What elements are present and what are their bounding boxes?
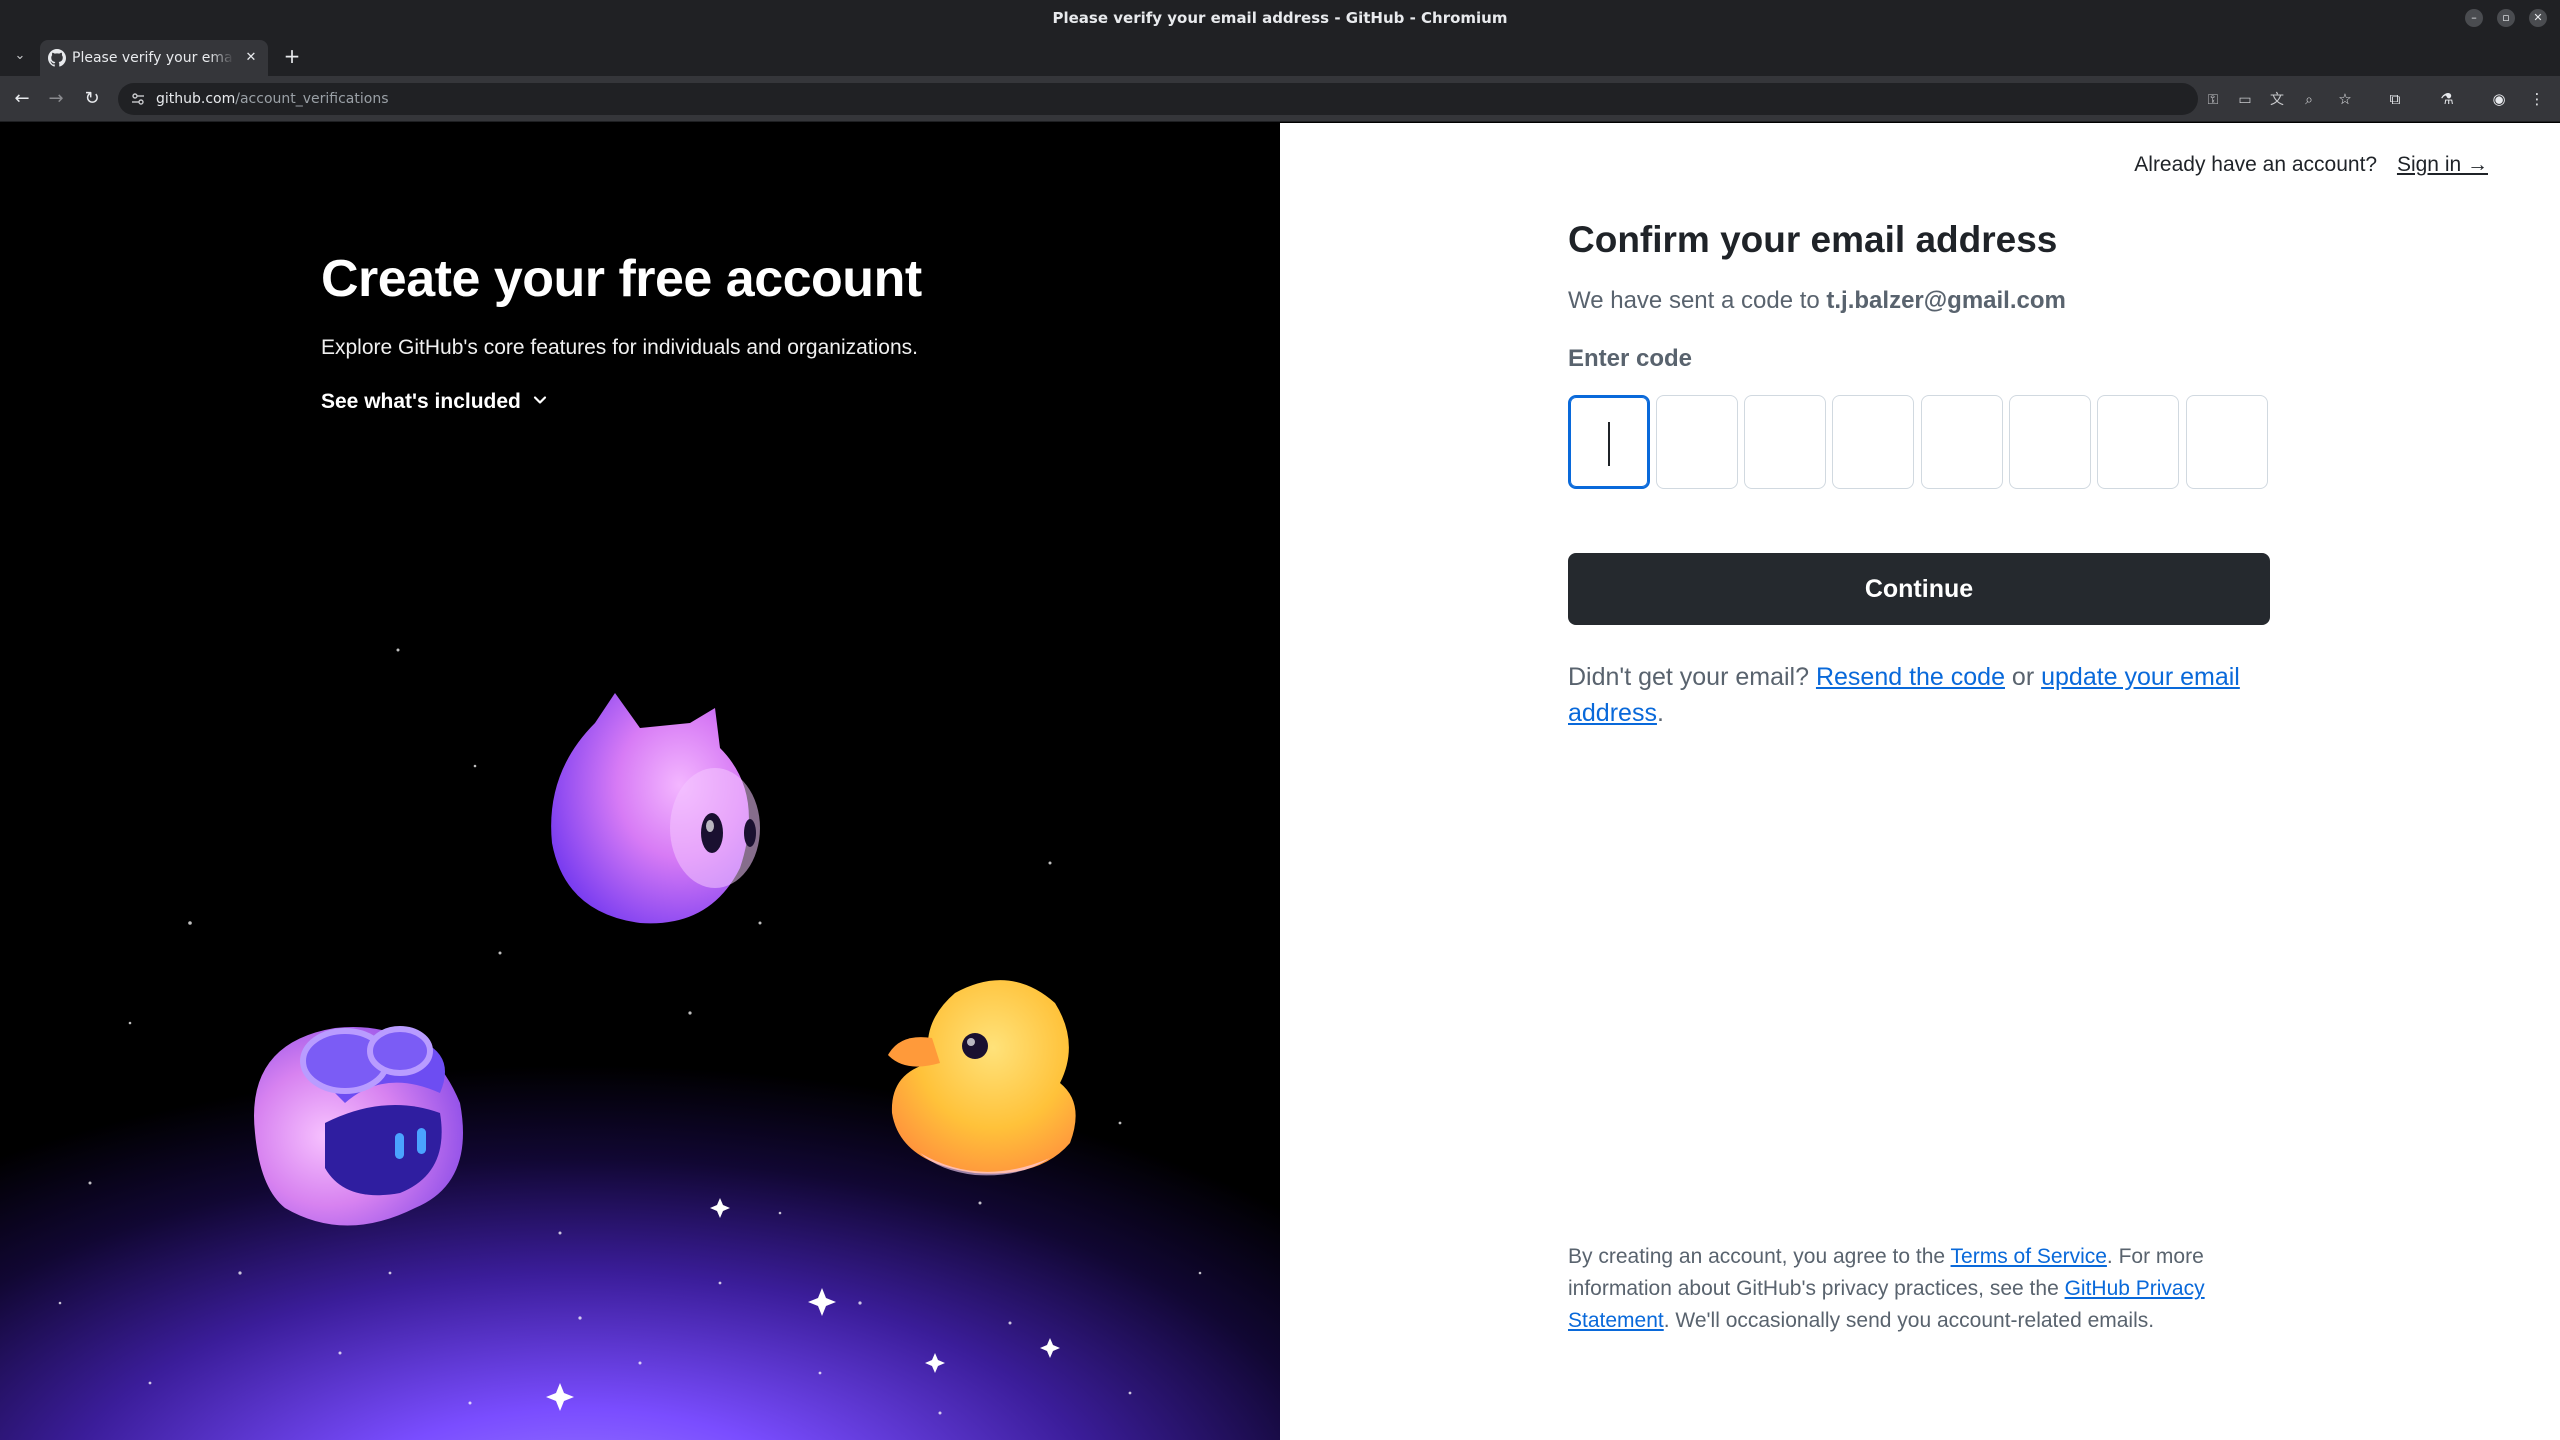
create-account-heading: Create your free account: [321, 250, 922, 308]
back-icon[interactable]: ←: [10, 87, 34, 111]
chevron-down-icon: [533, 396, 546, 404]
zoom-icon[interactable]: ⌕: [2300, 91, 2318, 109]
code-digit-input-5[interactable]: [1921, 395, 2003, 489]
rubber-duck-mascot-image: [888, 980, 1076, 1176]
octocat-mascot-image: [551, 693, 760, 924]
code-digit-input-4[interactable]: [1832, 395, 1914, 489]
code-digit-input-6[interactable]: [2009, 395, 2091, 489]
url-path: /account_verifications: [235, 91, 389, 107]
hero-subtitle: Explore GitHub's core features for indiv…: [321, 336, 918, 359]
confirm-email-heading: Confirm your email address: [1568, 219, 2058, 260]
password-key-icon[interactable]: ⚿: [2204, 91, 2222, 109]
minimize-icon[interactable]: –: [2465, 9, 2483, 27]
url-domain: github.com: [156, 91, 236, 107]
resend-code-message: Didn't get your email? Resend the code o…: [1568, 659, 2270, 731]
restore-icon[interactable]: ▫: [2497, 9, 2515, 27]
url-text: github.com/account_verifications: [156, 83, 389, 115]
code-digit-input-1[interactable]: [1568, 395, 1650, 489]
forward-icon[interactable]: →: [44, 87, 68, 111]
code-digit-input-3[interactable]: [1744, 395, 1826, 489]
browser-toolbar: ← → ↻ github.com/account_verifications ⚿…: [0, 76, 2560, 122]
new-tab-button[interactable]: +: [280, 44, 304, 68]
enter-code-label: Enter code: [1568, 345, 1693, 372]
window-titlebar: Please verify your email address - GitHu…: [0, 0, 2560, 36]
menu-kebab-icon[interactable]: ⋮: [2526, 88, 2548, 110]
terms-of-service-link[interactable]: Terms of Service: [1951, 1245, 2107, 1268]
site-info-icon[interactable]: [130, 91, 146, 107]
text-caret: [1608, 422, 1610, 466]
see-whats-included-toggle[interactable]: See what's included: [321, 390, 547, 414]
translate-icon[interactable]: 文: [2268, 91, 2286, 109]
copilot-mascot-image: [254, 1026, 463, 1226]
close-icon[interactable]: ✕: [2529, 9, 2547, 27]
legal-notice: By creating an account, you agree to the…: [1568, 1241, 2270, 1337]
code-sent-message: We have sent a code to t.j.balzer@gmail.…: [1568, 287, 2270, 315]
code-input-group: [1568, 395, 2270, 489]
extensions-icon[interactable]: ⧉: [2384, 88, 2406, 110]
code-digit-input-2[interactable]: [1656, 395, 1738, 489]
tab-search-chevron-icon[interactable]: ⌄: [10, 46, 30, 66]
github-icon: [48, 49, 66, 67]
see-whats-included-label: See what's included: [321, 390, 521, 413]
signup-hero-panel: Create your free account Explore GitHub'…: [0, 123, 1280, 1440]
labs-flask-icon[interactable]: ⚗: [2436, 88, 2458, 110]
verify-email-form: Confirm your email address We have sent …: [1568, 219, 2270, 727]
code-sent-prefix: We have sent a code to: [1568, 287, 1827, 314]
profile-icon[interactable]: ◉: [2488, 88, 2510, 110]
code-digit-input-8[interactable]: [2186, 395, 2268, 489]
email-address: t.j.balzer@gmail.com: [1826, 287, 2066, 314]
resend-or: or: [2004, 663, 2042, 691]
page-content: Create your free account Explore GitHub'…: [0, 123, 2560, 1440]
cast-icon[interactable]: ▭: [2236, 91, 2254, 109]
resend-code-link[interactable]: Resend the code: [1816, 663, 2005, 691]
legal-text-3: . We'll occasionally send you account-re…: [1663, 1309, 2155, 1332]
code-digit-input-7[interactable]: [2097, 395, 2179, 489]
sign-in-link[interactable]: Sign in →: [2397, 153, 2488, 176]
bookmark-star-icon[interactable]: ☆: [2334, 88, 2356, 110]
tab-active[interactable]: Please verify your email address - GitHu…: [40, 40, 268, 76]
address-bar[interactable]: github.com/account_verifications ⚿ ▭ 文 ⌕: [118, 83, 2313, 115]
legal-text-1: By creating an account, you agree to the: [1568, 1245, 1951, 1268]
tab-close-icon[interactable]: ✕: [242, 49, 260, 67]
tab-title: Please verify your email address - GitHu…: [72, 50, 234, 66]
already-have-account: Already have an account? Sign in →: [2134, 153, 2488, 177]
tab-strip: ⌄ Please verify your email address - Git…: [0, 36, 2560, 76]
window-title: Please verify your email address - GitHu…: [1052, 9, 1508, 27]
reload-icon[interactable]: ↻: [80, 87, 104, 111]
resend-prefix: Didn't get your email?: [1568, 663, 1816, 691]
verification-form-panel: Already have an account? Sign in → Confi…: [1280, 123, 2560, 1440]
resend-suffix: .: [1656, 699, 1664, 727]
continue-button[interactable]: Continue: [1568, 553, 2270, 625]
already-have-account-text: Already have an account?: [2134, 153, 2378, 176]
